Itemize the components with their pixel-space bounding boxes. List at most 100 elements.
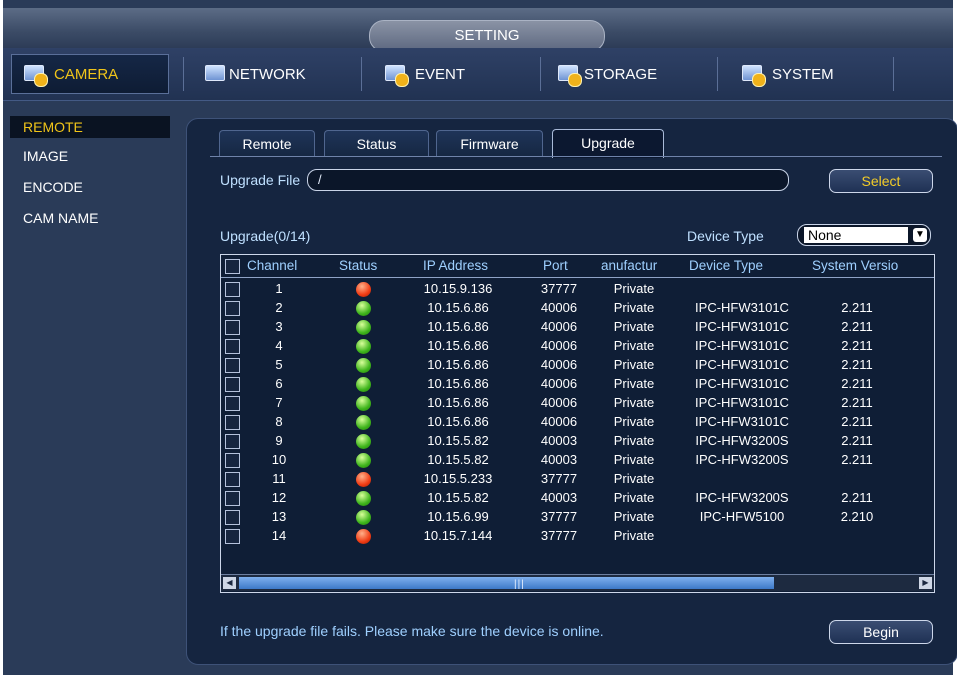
cell-channel: 5 <box>275 357 283 372</box>
sidebar-item-encode[interactable]: ENCODE <box>23 179 83 195</box>
cell-device-type: IPC-HFW3101C <box>695 376 789 391</box>
device-type-value: None <box>804 227 908 243</box>
cell-channel: 13 <box>271 509 287 524</box>
cell-channel: 9 <box>275 433 283 448</box>
cell-device-type: IPC-HFW3101C <box>695 338 789 353</box>
cell-channel: 4 <box>275 338 283 353</box>
status-online-icon <box>356 415 371 430</box>
status-offline-icon <box>356 472 371 487</box>
sidebar-item-cam-name[interactable]: CAM NAME <box>23 210 98 226</box>
cell-device-type: IPC-HFW3200S <box>695 490 789 505</box>
table-row[interactable]: 7 10.15.6.86 40006 Private IPC-HFW3101C 2.211 <box>221 393 934 412</box>
nav-tab-label: SYSTEM <box>772 65 834 83</box>
device-type-select[interactable]: None ▼ <box>797 224 931 246</box>
cell-channel: 11 <box>272 471 286 486</box>
horizontal-scrollbar[interactable]: ◀ ||| ▶ <box>221 574 934 591</box>
table-row[interactable]: 5 10.15.6.86 40006 Private IPC-HFW3101C 2.211 <box>221 355 934 374</box>
table-row[interactable]: 3 10.15.6.86 40006 Private IPC-HFW3101C 2.211 <box>221 317 934 336</box>
table-row[interactable]: 9 10.15.5.82 40003 Private IPC-HFW3200S 2.211 <box>221 431 934 450</box>
top-nav: CAMERA NETWORK EVENT STORAGE SYSTEM <box>3 48 953 101</box>
status-online-icon <box>356 320 371 335</box>
table-row[interactable]: 12 10.15.5.82 40003 Private IPC-HFW3200S 2.21… <box>221 488 934 507</box>
table-row[interactable]: 8 10.15.6.86 40006 Private IPC-HFW3101C 2.211 <box>221 412 934 431</box>
scrollbar-thumb[interactable]: ||| <box>239 577 774 590</box>
upgrade-file-label: Upgrade File <box>220 172 301 188</box>
status-online-icon <box>356 396 371 411</box>
sidebar-item-image[interactable]: IMAGE <box>23 148 68 164</box>
cell-version: 2.211 <box>841 433 873 448</box>
status-online-icon <box>356 358 371 373</box>
status-offline-icon <box>356 529 371 544</box>
cell-manufacturer: Private <box>613 395 655 410</box>
sidebar: REMOTE IMAGE ENCODE CAM NAME <box>3 101 173 675</box>
nav-tab-label: NETWORK <box>229 65 306 83</box>
status-online-icon <box>356 434 371 449</box>
cell-version: 2.211 <box>841 338 873 353</box>
cell-device-type: IPC-HFW3101C <box>695 319 789 334</box>
select-button[interactable]: Select <box>829 169 933 193</box>
scroll-right-icon[interactable]: ▶ <box>919 577 932 589</box>
cell-manufacturer: Private <box>613 433 655 448</box>
cell-version: 2.211 <box>841 414 873 429</box>
col-manufacturer[interactable]: anufactur <box>601 258 657 273</box>
nav-tab-label: EVENT <box>415 65 466 83</box>
table-row[interactable]: 1 10.15.9.136 37777 Private <box>221 279 934 298</box>
tab-status[interactable]: Status <box>324 130 429 157</box>
status-online-icon <box>356 453 371 468</box>
nav-tab-system[interactable]: SYSTEM <box>740 54 834 94</box>
table-row[interactable]: 11 10.15.5.233 37777 Private <box>221 469 934 488</box>
nav-tab-label: STORAGE <box>584 65 658 83</box>
cell-channel: 14 <box>271 528 287 543</box>
select-all-checkbox[interactable] <box>225 259 240 274</box>
cell-version: 2.210 <box>840 509 874 524</box>
status-online-icon <box>356 377 371 392</box>
upgrade-count: Upgrade(0/14) <box>220 228 311 244</box>
col-channel[interactable]: Channel <box>247 258 297 273</box>
cell-channel: 12 <box>271 490 287 505</box>
nav-tab-event[interactable]: EVENT <box>383 54 465 94</box>
cell-channel: 10 <box>271 452 287 467</box>
storage-icon <box>556 61 582 87</box>
cell-manufacturer: Private <box>613 300 655 315</box>
table-row[interactable]: 10 10.15.5.82 40003 Private IPC-HFW3200S 2.21… <box>221 450 934 469</box>
col-port[interactable]: Port <box>543 258 568 273</box>
nav-tab-network[interactable]: NETWORK <box>203 54 306 94</box>
table-row[interactable]: 6 10.15.6.86 40006 Private IPC-HFW3101C 2.211 <box>221 374 934 393</box>
status-online-icon <box>356 491 371 506</box>
table-row[interactable]: 14 10.15.7.144 37777 Private <box>221 526 934 545</box>
network-icon <box>203 61 229 87</box>
camera-icon <box>22 61 48 87</box>
status-online-icon <box>356 339 371 354</box>
event-icon <box>383 61 409 87</box>
table-header: Channel Status IP Address Port anufactur… <box>221 255 934 278</box>
table-row[interactable]: 4 10.15.6.86 40006 Private IPC-HFW3101C 2.211 <box>221 336 934 355</box>
col-device-type[interactable]: Device Type <box>689 258 763 273</box>
table-row[interactable]: 13 10.15.6.99 37777 Private IPC-HFW5100 2.210 <box>221 507 934 526</box>
col-ip-address[interactable]: IP Address <box>423 258 488 273</box>
cell-manufacturer: Private <box>613 528 655 543</box>
col-system-version[interactable]: System Versio <box>812 258 898 273</box>
cell-version: 2.211 <box>841 376 873 391</box>
cell-channel: 3 <box>275 319 283 334</box>
cell-manufacturer: Private <box>613 471 655 486</box>
tab-divider <box>210 156 942 157</box>
system-icon <box>740 61 766 87</box>
chevron-down-icon: ▼ <box>913 228 927 242</box>
scroll-left-icon[interactable]: ◀ <box>223 577 236 589</box>
sidebar-item-remote[interactable]: REMOTE <box>10 116 170 138</box>
tab-remote[interactable]: Remote <box>219 130 315 157</box>
cell-channel: 8 <box>275 414 283 429</box>
tab-upgrade[interactable]: Upgrade <box>552 129 664 158</box>
cell-version: 2.211 <box>841 319 873 334</box>
upgrade-file-field[interactable]: / <box>307 169 789 191</box>
cell-version: 2.211 <box>841 452 873 467</box>
cell-manufacturer: Private <box>613 338 655 353</box>
nav-tab-camera[interactable]: CAMERA <box>11 54 169 94</box>
nav-tab-storage[interactable]: STORAGE <box>556 54 657 94</box>
table-row[interactable]: 2 10.15.6.86 40006 Private IPC-HFW3101C 2.211 <box>221 298 934 317</box>
tab-firmware[interactable]: Firmware <box>436 130 543 157</box>
begin-button[interactable]: Begin <box>829 620 933 644</box>
cell-device-type: IPC-HFW3101C <box>695 357 789 372</box>
cell-channel: 7 <box>275 395 283 410</box>
col-status[interactable]: Status <box>339 258 377 273</box>
